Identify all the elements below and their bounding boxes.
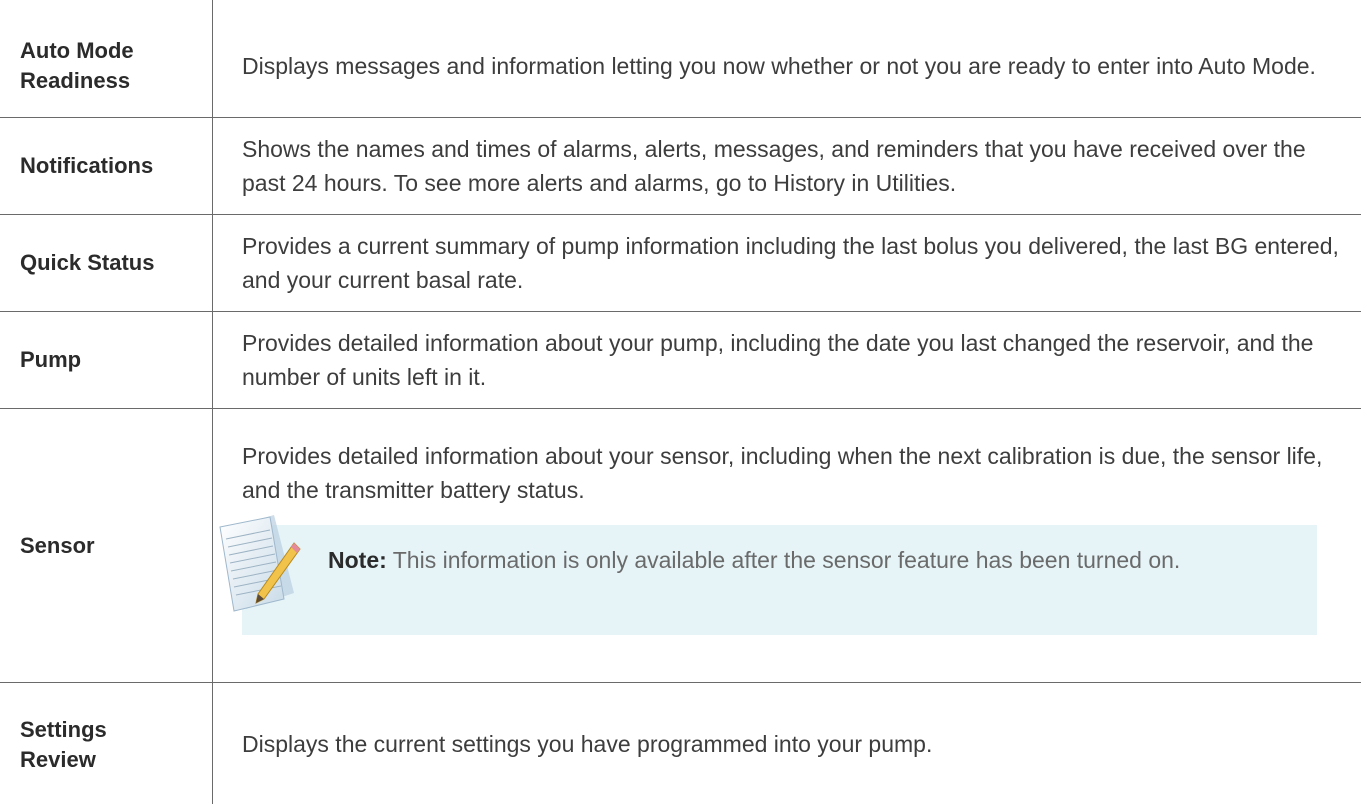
term-line: Quick Status [20, 250, 155, 275]
note-text: This information is only available after… [386, 547, 1181, 573]
term-line: Settings [20, 716, 107, 742]
term-line: Review [20, 746, 96, 772]
note-label: Note: [328, 547, 387, 573]
row-term: Auto Mode Readiness [0, 0, 213, 117]
description-text: Provides detailed information about your… [242, 330, 1314, 390]
table-row: Quick Status Provides a current summary … [0, 215, 1361, 312]
term-line: Sensor [20, 532, 95, 558]
row-description: Provides detailed information about your… [213, 409, 1361, 682]
row-term: Sensor [0, 409, 213, 682]
row-description: Displays messages and information lettin… [213, 0, 1361, 117]
row-term: Settings Review [0, 683, 213, 804]
description-text: Shows the names and times of alarms, ale… [242, 136, 1306, 196]
row-description: Provides a current summary of pump infor… [213, 215, 1361, 311]
row-description: Shows the names and times of alarms, ale… [213, 118, 1361, 214]
row-term: Quick Status [0, 215, 213, 311]
row-description: Displays the current settings you have p… [213, 683, 1361, 804]
term-line: Auto Mode [20, 37, 134, 63]
description-text: Provides detailed information about your… [242, 443, 1323, 503]
term-line: Pump [20, 347, 82, 372]
row-description: Provides detailed information about your… [213, 312, 1361, 408]
description-text: Displays messages and information lettin… [242, 52, 1316, 79]
table-row: Sensor Provides detailed information abo… [0, 409, 1361, 683]
table-row: Notifications Shows the names and times … [0, 118, 1361, 215]
description-text: Displays the current settings you have p… [242, 730, 933, 757]
row-term: Pump [0, 312, 213, 408]
table-row: Settings Review Displays the current set… [0, 683, 1361, 804]
term-line: Readiness [20, 67, 131, 93]
description-text: Provides a current summary of pump infor… [242, 233, 1339, 293]
table-row: Pump Provides detailed information about… [0, 312, 1361, 409]
table-row: Auto Mode Readiness Displays messages an… [0, 0, 1361, 118]
note-box: Note: This information is only available… [219, 515, 1317, 635]
row-term: Notifications [0, 118, 213, 214]
note-pencil-icon [219, 515, 301, 612]
term-line: Notifications [20, 153, 154, 178]
menu-description-table: Auto Mode Readiness Displays messages an… [0, 0, 1361, 804]
